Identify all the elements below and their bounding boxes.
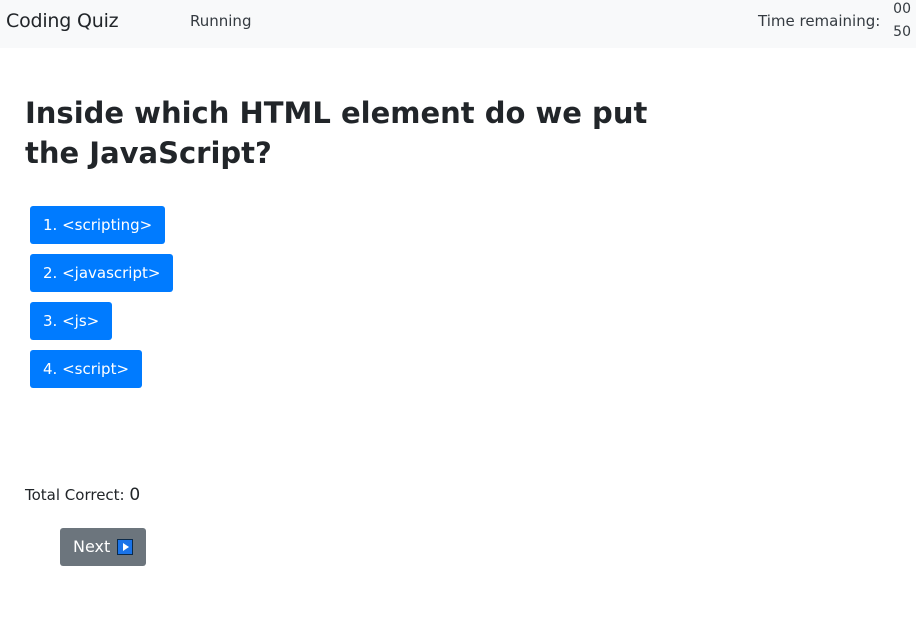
quiz-status: Running [190, 12, 252, 30]
answer-button-4[interactable]: 4. <script> [30, 350, 143, 388]
answer-button-3[interactable]: 3. <js> [30, 302, 113, 340]
total-correct-value: 0 [129, 485, 141, 505]
time-remaining-label: Time remaining: [758, 12, 881, 30]
app-title[interactable]: Coding Quiz [6, 10, 119, 32]
answer-button-1[interactable]: 1. <scripting> [30, 206, 166, 244]
question-text: Inside which HTML element do we put the … [25, 96, 648, 170]
answer-button-2[interactable]: 2. <javascript> [30, 254, 174, 292]
next-button-label: Next [73, 537, 111, 556]
play-icon [117, 539, 134, 555]
total-correct: Total Correct: 0 [25, 485, 140, 505]
navbar: Coding Quiz Running Time remaining: 00 5… [0, 0, 916, 48]
time-remaining-seconds: 50 [893, 24, 911, 40]
total-correct-label: Total Correct: [25, 486, 125, 504]
next-button[interactable]: Next [60, 528, 147, 566]
time-remaining-minutes: 00 [893, 1, 911, 17]
